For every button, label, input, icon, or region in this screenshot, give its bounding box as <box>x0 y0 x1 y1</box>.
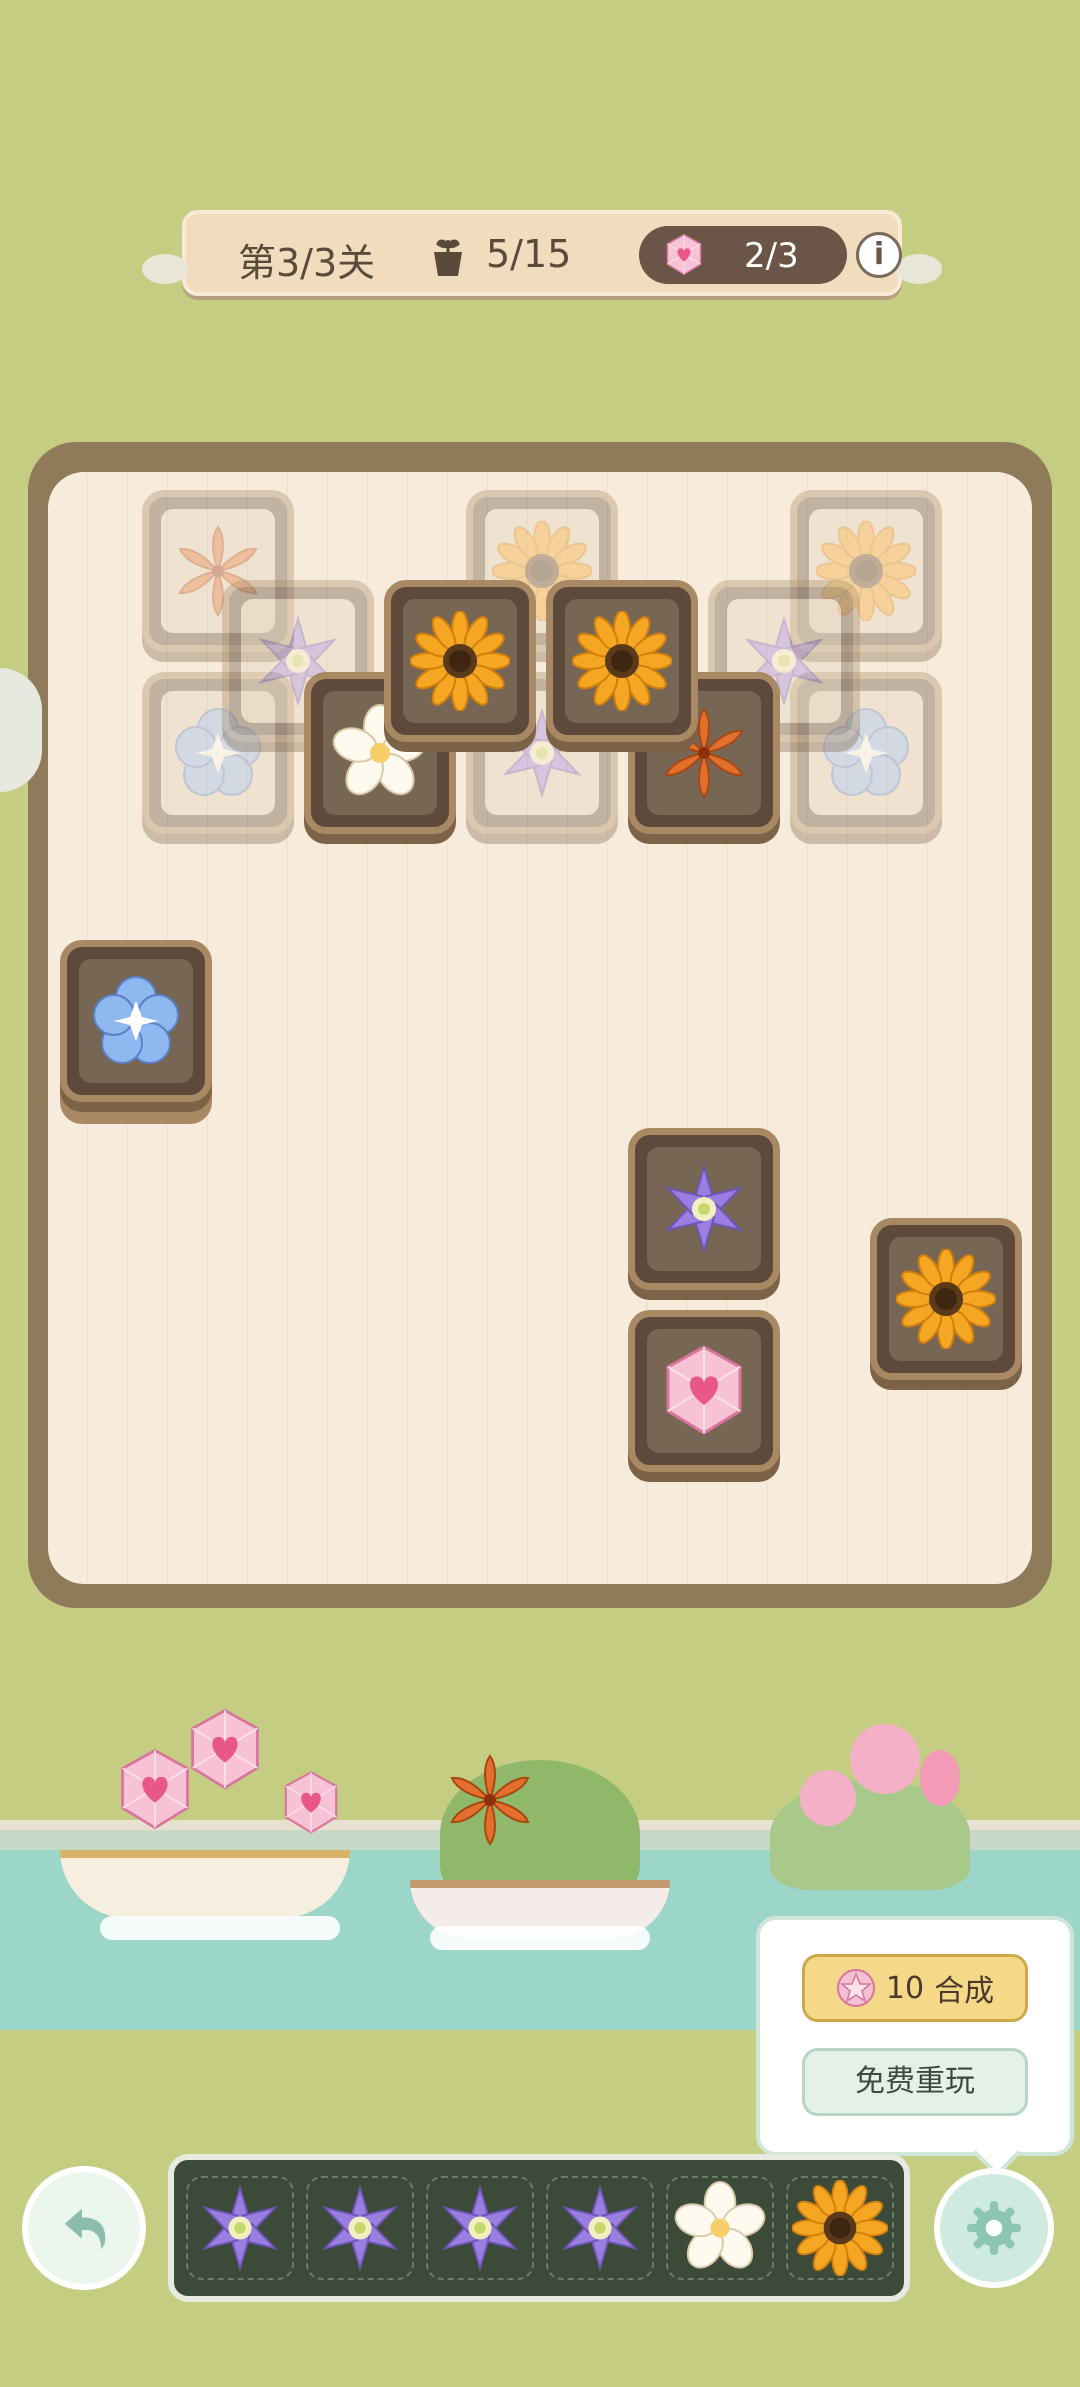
flower-pot-icon <box>434 239 462 276</box>
pink-heart-gem-icon <box>284 1771 338 1834</box>
tile-sunflower[interactable] <box>384 580 536 742</box>
cloud-decoration <box>896 254 942 284</box>
tile-sunflower[interactable] <box>870 1218 1022 1380</box>
merge-button[interactable]: 10 合成 <box>802 1954 1028 2022</box>
water-foam <box>430 1926 650 1950</box>
options-popup: 10 合成 免费重玩 <box>756 1916 1074 2156</box>
pink-bud <box>920 1750 960 1806</box>
lily-icon <box>448 1755 532 1845</box>
tray-slot-plumeria <box>666 2176 774 2280</box>
clematis-icon <box>661 1166 747 1252</box>
gem-boat <box>40 1700 360 1970</box>
settings-button[interactable] <box>934 2168 1054 2288</box>
pink-flower <box>800 1770 856 1826</box>
merge-cost: 10 <box>885 1970 925 2006</box>
blue-morning-glory-icon <box>93 976 179 1064</box>
merge-label: 合成 <box>934 1974 995 2009</box>
tray-slot-sunflower <box>786 2176 894 2280</box>
water-foam <box>100 1916 340 1940</box>
cloud-decoration <box>142 254 188 284</box>
goal-progress: 5/15 <box>486 232 572 276</box>
clematis-icon <box>439 2186 521 2270</box>
tile-sunflower[interactable] <box>546 580 698 742</box>
clematis-icon <box>559 2186 641 2270</box>
undo-button[interactable] <box>22 2166 146 2290</box>
undo-arrow-icon <box>64 2208 106 2250</box>
tile-tray <box>168 2154 910 2302</box>
plumeria-icon <box>672 2180 768 2276</box>
level-indicator: 第3/3关 <box>238 241 376 285</box>
tray-slot-clematis <box>426 2176 534 2280</box>
pink-flower-boat <box>740 1690 1040 1910</box>
sunflower-icon <box>792 2180 888 2276</box>
sunflower-icon <box>410 611 510 711</box>
pink-heart-gem-icon <box>666 1345 742 1435</box>
gem-counter: 2/3 <box>639 226 847 284</box>
pink-heart-gem-icon <box>191 1709 259 1790</box>
tile-pink-gem[interactable] <box>628 1310 780 1472</box>
gem-count: 2/3 <box>744 236 799 276</box>
sunflower-icon <box>572 611 672 711</box>
lily-boat <box>390 1700 690 1970</box>
pink-heart-gem-icon <box>666 234 702 276</box>
star-flower-icon <box>836 1969 875 2007</box>
tile-blue-morning-glory[interactable] <box>60 940 212 1102</box>
level-header: 第3/3关 5/15 2/3 i <box>142 210 942 296</box>
tile-clematis[interactable] <box>628 1128 780 1290</box>
clematis-icon <box>319 2186 401 2270</box>
gear-icon <box>967 2201 1021 2255</box>
sunflower-icon <box>896 1249 996 1349</box>
tray-slot-clematis <box>546 2176 654 2280</box>
pink-flower <box>850 1724 920 1794</box>
tray-slot-clematis <box>186 2176 294 2280</box>
free-replay-button[interactable]: 免费重玩 <box>802 2048 1028 2116</box>
info-button[interactable]: i <box>856 232 902 278</box>
tray-slot-clematis <box>306 2176 414 2280</box>
clematis-icon <box>199 2186 281 2270</box>
boat-hull <box>60 1850 350 1918</box>
